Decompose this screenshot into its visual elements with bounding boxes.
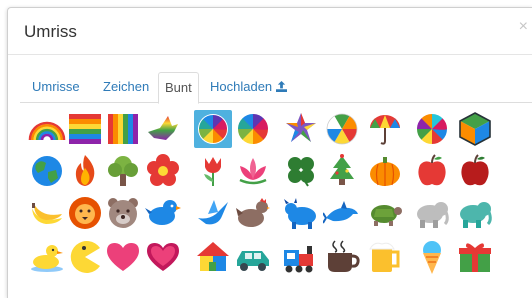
bear-icon-graphic — [108, 198, 138, 228]
grey-elephant-icon-graphic — [417, 202, 449, 228]
pacman-icon-graphic — [70, 241, 100, 273]
pink-heart-icon-graphic — [107, 243, 139, 271]
ice-cream-icon[interactable] — [413, 238, 451, 276]
blue-bird-icon-graphic — [145, 200, 181, 225]
ice-cream-icon-graphic — [423, 241, 441, 274]
colorful-house-icon[interactable] — [194, 238, 232, 276]
tab-bunt[interactable]: Bunt — [158, 72, 199, 104]
train-icon-graphic — [284, 246, 313, 273]
color-wheel-icon-graphic — [238, 114, 268, 144]
color-wheel-swirl-icon[interactable] — [194, 110, 232, 148]
dolphin-icon-graphic — [323, 201, 358, 224]
rainbow-arc-icon[interactable] — [28, 110, 66, 148]
color-cube-icon-graphic — [459, 112, 491, 146]
rainbow-stripes-icon-graphic — [69, 114, 101, 144]
tab-umrisse[interactable]: Umrisse — [32, 72, 80, 103]
rainbow-star-icon[interactable] — [282, 110, 320, 148]
blue-dove-icon[interactable] — [194, 194, 232, 232]
beach-ball-icon-graphic — [326, 113, 358, 145]
dark-apple-icon-graphic — [461, 154, 489, 186]
turtle-icon-graphic — [371, 205, 402, 226]
tab-hochladen-label: Hochladen — [210, 79, 273, 94]
fire-icon[interactable] — [66, 152, 104, 190]
coffee-cup-icon[interactable] — [323, 238, 361, 276]
car-icon[interactable] — [234, 238, 272, 276]
bear-icon[interactable] — [104, 194, 142, 232]
rainbow-vertical-stripes-icon[interactable] — [104, 110, 142, 148]
gift-icon-graphic — [459, 243, 491, 272]
bananas-icon-graphic — [32, 203, 62, 224]
striped-heart-icon-graphic — [147, 243, 179, 271]
umbrella-icon-graphic — [370, 115, 400, 145]
lion-icon-graphic — [69, 197, 101, 229]
lotus-icon[interactable] — [234, 152, 272, 190]
dark-apple-icon[interactable] — [456, 152, 494, 190]
pink-heart-icon[interactable] — [104, 238, 142, 276]
blue-bird-icon[interactable] — [144, 194, 182, 232]
rainbow-stripes-icon[interactable] — [66, 110, 104, 148]
beer-mug-icon[interactable] — [366, 238, 404, 276]
color-wheel-icon[interactable] — [234, 110, 272, 148]
rainbow-arc-icon-graphic — [28, 121, 66, 141]
pinwheel-icon[interactable] — [413, 110, 451, 148]
rainbow-dove-icon[interactable] — [144, 110, 182, 148]
christmas-tree-icon[interactable] — [323, 152, 361, 190]
tab-bar: Umrisse Zeichen Bunt Hochladen — [20, 72, 532, 104]
hen-icon[interactable] — [234, 194, 272, 232]
rainbow-vertical-stripes-icon-graphic — [108, 114, 138, 144]
car-icon-graphic — [237, 251, 269, 271]
color-wheel-swirl-icon-graphic — [198, 114, 228, 144]
earth-icon-graphic — [32, 156, 62, 186]
tulip-icon-graphic — [204, 157, 221, 186]
hen-icon-graphic — [236, 198, 270, 227]
red-flower-icon[interactable] — [144, 152, 182, 190]
red-flower-icon-graphic — [147, 154, 179, 186]
blue-bull-icon-graphic — [284, 198, 316, 229]
four-leaf-clover-icon-graphic — [288, 157, 314, 187]
duck-icon-graphic — [31, 245, 63, 272]
tree-icon-graphic — [108, 156, 138, 186]
earth-icon[interactable] — [28, 152, 66, 190]
color-cube-icon[interactable] — [456, 110, 494, 148]
pacman-icon[interactable] — [66, 238, 104, 276]
blue-dove-icon-graphic — [198, 200, 228, 225]
pinwheel-icon-graphic — [417, 114, 447, 144]
duck-icon[interactable] — [28, 238, 66, 276]
tulip-icon[interactable] — [194, 152, 232, 190]
gift-icon[interactable] — [456, 238, 494, 276]
christmas-tree-icon-graphic — [330, 154, 354, 185]
pumpkin-icon[interactable] — [366, 152, 404, 190]
dialog-title: Umriss — [24, 22, 77, 41]
lion-icon[interactable] — [66, 194, 104, 232]
turtle-icon[interactable] — [366, 194, 404, 232]
fire-icon-graphic — [75, 155, 95, 186]
beach-ball-icon[interactable] — [323, 110, 361, 148]
grey-elephant-icon[interactable] — [413, 194, 451, 232]
striped-heart-icon[interactable] — [144, 238, 182, 276]
tree-icon[interactable] — [104, 152, 142, 190]
rainbow-star-icon-graphic — [286, 113, 316, 142]
tab-zeichen[interactable]: Zeichen — [103, 72, 149, 103]
pumpkin-icon-graphic — [370, 157, 400, 186]
train-icon[interactable] — [282, 238, 320, 276]
dialog-header: Umriss × — [8, 8, 532, 55]
beer-mug-icon-graphic — [369, 242, 400, 272]
teal-elephant-icon[interactable] — [456, 194, 494, 232]
dolphin-icon[interactable] — [323, 194, 361, 232]
upload-icon — [276, 81, 288, 92]
four-leaf-clover-icon[interactable] — [282, 152, 320, 190]
tab-hochladen[interactable]: Hochladen — [210, 72, 288, 103]
bananas-icon[interactable] — [28, 194, 66, 232]
lotus-icon-graphic — [239, 158, 267, 185]
colorful-house-icon-graphic — [197, 242, 229, 271]
rainbow-dove-icon-graphic — [148, 116, 178, 140]
blue-bull-icon[interactable] — [282, 194, 320, 232]
red-apple-icon-graphic — [418, 154, 446, 186]
teal-elephant-icon-graphic — [460, 202, 492, 228]
coffee-cup-icon-graphic — [328, 240, 360, 272]
umbrella-icon[interactable] — [366, 110, 404, 148]
close-icon[interactable]: × — [519, 18, 528, 36]
red-apple-icon[interactable] — [413, 152, 451, 190]
